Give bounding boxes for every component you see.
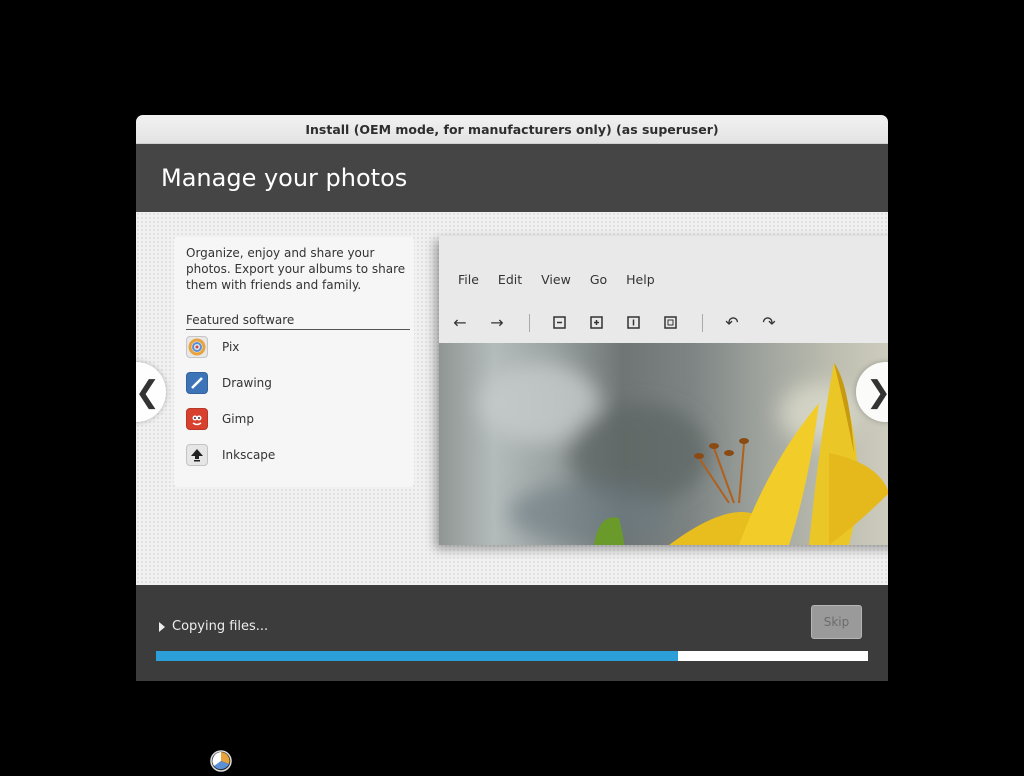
toolbar-separator xyxy=(702,314,703,332)
progress-fill xyxy=(156,651,678,661)
forward-arrow-icon: → xyxy=(490,312,504,332)
preview-menu-edit: Edit xyxy=(497,272,523,287)
installer-window: Install (OEM mode, for manufacturers onl… xyxy=(136,115,888,681)
app-item-gimp: Gimp xyxy=(186,407,254,431)
app-label: Drawing xyxy=(222,376,272,390)
app-preview-screenshot: File Edit View Go Help ← → ↶ ↷ xyxy=(439,236,888,545)
app-item-drawing: Drawing xyxy=(186,371,272,395)
status-text: Copying files... xyxy=(172,619,269,634)
window-title: Install (OEM mode, for manufacturers onl… xyxy=(136,115,888,144)
rotate-right-icon: ↷ xyxy=(762,312,776,332)
app-label: Inkscape xyxy=(222,448,276,462)
featured-software-title: Featured software xyxy=(186,313,410,330)
chevron-left-icon: ❮ xyxy=(136,374,160,410)
preview-menubar: File Edit View Go Help xyxy=(439,272,655,296)
preview-menu-file: File xyxy=(458,272,479,287)
preview-menu-go: Go xyxy=(589,272,608,287)
slide-header: Manage your photos xyxy=(136,144,888,212)
skip-button[interactable]: Skip xyxy=(811,605,862,639)
toolbar-separator xyxy=(529,314,530,332)
installer-footer: Copying files... Skip xyxy=(136,585,888,681)
info-panel: Organize, enjoy and share your photos. E… xyxy=(174,237,414,487)
pix-icon xyxy=(186,336,208,358)
preview-menu-view: View xyxy=(541,272,571,287)
slideshow: Organize, enjoy and share your photos. E… xyxy=(136,212,888,585)
preview-menu-help: Help xyxy=(626,272,655,287)
expander-triangle-icon xyxy=(159,621,165,632)
slide-title: Manage your photos xyxy=(161,164,408,192)
back-arrow-icon: ← xyxy=(453,312,467,332)
drawing-icon xyxy=(186,372,208,394)
zoom-in-icon xyxy=(584,310,608,334)
inkscape-icon xyxy=(186,444,208,466)
chevron-right-icon: ❯ xyxy=(866,375,888,410)
zoom-out-icon xyxy=(547,310,571,334)
app-item-pix: Pix xyxy=(186,335,239,359)
app-label: Gimp xyxy=(222,412,254,426)
preview-toolbar: ← → ↶ ↷ xyxy=(439,310,888,334)
progress-bar xyxy=(156,651,868,661)
rotate-left-icon: ↶ xyxy=(725,312,739,332)
zoom-fit-icon xyxy=(658,310,682,334)
slide-description: Organize, enjoy and share your photos. E… xyxy=(186,246,406,292)
previous-slide-button[interactable]: ❮ xyxy=(136,362,166,422)
app-item-inkscape: Inkscape xyxy=(186,443,275,467)
flower-photo xyxy=(439,343,888,545)
status-expander[interactable]: Copying files... xyxy=(159,619,268,634)
app-label: Pix xyxy=(222,340,240,354)
gimp-icon xyxy=(186,408,208,430)
zoom-normal-icon xyxy=(621,310,645,334)
distro-logo-icon xyxy=(210,750,232,772)
